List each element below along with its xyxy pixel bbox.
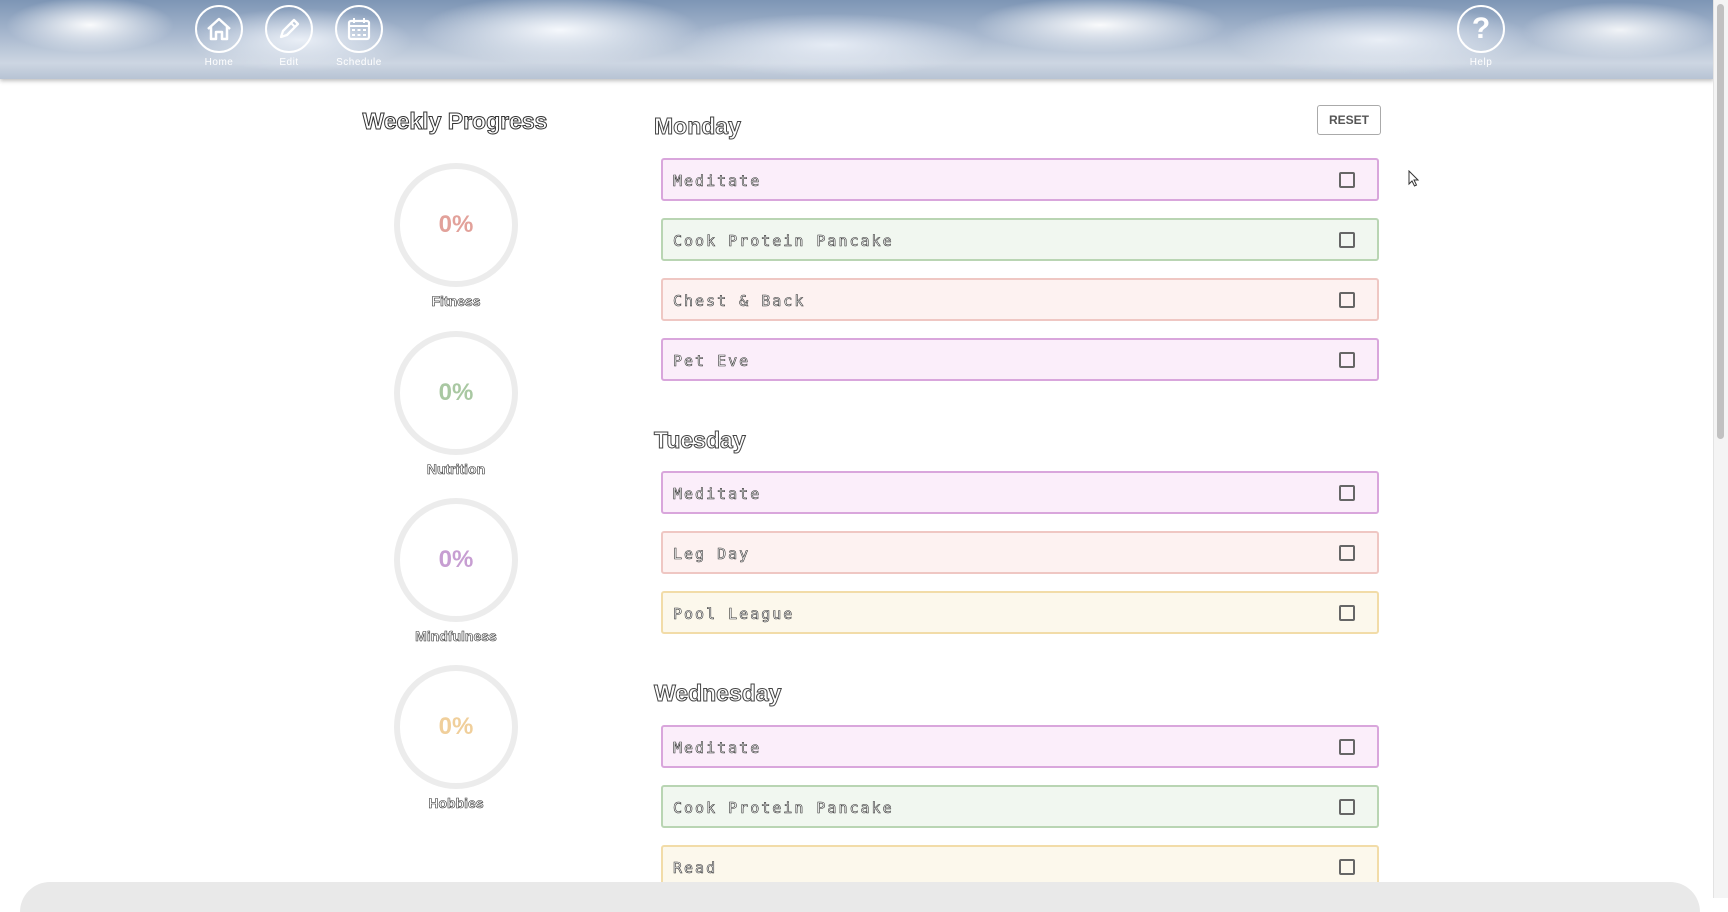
day-heading-tuesday: Tuesday	[654, 427, 747, 454]
nav-help-button[interactable]: ? Help	[1451, 5, 1511, 68]
nav-help-label: Help	[1469, 57, 1493, 68]
calendar-icon	[335, 5, 383, 53]
task-checkbox[interactable]	[1339, 172, 1355, 188]
day-heading-monday: Monday	[654, 113, 742, 140]
mouse-cursor-icon	[1408, 170, 1420, 187]
mindfulness-percent: 0%	[438, 546, 474, 573]
task-item[interactable]: Cook Protein Pancake	[661, 218, 1379, 261]
nutrition-percent: 0%	[438, 379, 474, 406]
task-item[interactable]: Chest & Back	[661, 278, 1379, 321]
nav-home-label: Home	[204, 57, 234, 68]
weekly-progress-title: Weekly Progress	[362, 108, 548, 135]
task-label: Meditate	[673, 739, 762, 758]
task-label: Leg Day	[673, 545, 751, 564]
task-checkbox[interactable]	[1339, 799, 1355, 815]
task-checkbox[interactable]	[1339, 352, 1355, 368]
task-checkbox[interactable]	[1339, 605, 1355, 621]
fitness-label: Fitness	[431, 293, 481, 310]
task-checkbox[interactable]	[1339, 232, 1355, 248]
help-symbol: ?	[1471, 12, 1491, 45]
nav-edit-button[interactable]: Edit	[259, 5, 319, 68]
task-item[interactable]: Meditate	[661, 725, 1379, 768]
task-label: Meditate	[673, 172, 762, 191]
hobbies-percent: 0%	[438, 713, 474, 740]
day-heading-wednesday: Wednesday	[653, 680, 782, 707]
nutrition-progress-ring: 0%	[394, 331, 518, 455]
task-label: Chest & Back	[673, 292, 806, 311]
pencil-icon	[265, 5, 313, 53]
fitness-percent: 0%	[438, 211, 474, 238]
nav-schedule-button[interactable]: Schedule	[329, 5, 389, 68]
nav-schedule-label: Schedule	[336, 57, 382, 68]
task-checkbox[interactable]	[1339, 485, 1355, 501]
nav-home-button[interactable]: Home	[189, 5, 249, 68]
hobbies-progress-ring: 0%	[394, 665, 518, 789]
bottom-panel-edge	[20, 882, 1700, 912]
mindfulness-label: Mindfulness	[415, 628, 497, 645]
task-item[interactable]: Pool League	[661, 591, 1379, 634]
task-checkbox[interactable]	[1339, 292, 1355, 308]
question-icon: ?	[1457, 5, 1505, 53]
task-item[interactable]: Leg Day	[661, 531, 1379, 574]
fitness-progress-ring: 0%	[394, 163, 518, 287]
task-label: Read	[673, 859, 718, 878]
task-label: Meditate	[673, 485, 762, 504]
scrollbar-thumb[interactable]	[1717, 4, 1724, 439]
nutrition-label: Nutrition	[426, 461, 486, 478]
vertical-scrollbar[interactable]	[1713, 0, 1728, 898]
hobbies-label: Hobbies	[428, 795, 484, 812]
task-item[interactable]: Cook Protein Pancake	[661, 785, 1379, 828]
task-label: Pool League	[673, 605, 795, 624]
task-label: Cook Protein Pancake	[673, 799, 894, 818]
app-header: Home Edit Schedule ? Help	[0, 0, 1714, 79]
mindfulness-progress-ring: 0%	[394, 498, 518, 622]
task-label: Pet Eve	[673, 352, 751, 371]
reset-button[interactable]: RESET	[1317, 105, 1381, 135]
nav-edit-label: Edit	[279, 57, 299, 68]
task-checkbox[interactable]	[1339, 859, 1355, 875]
task-checkbox[interactable]	[1339, 545, 1355, 561]
task-label: Cook Protein Pancake	[673, 232, 894, 251]
task-checkbox[interactable]	[1339, 739, 1355, 755]
task-item[interactable]: Meditate	[661, 158, 1379, 201]
task-item[interactable]: Meditate	[661, 471, 1379, 514]
task-item[interactable]: Pet Eve	[661, 338, 1379, 381]
home-icon	[195, 5, 243, 53]
